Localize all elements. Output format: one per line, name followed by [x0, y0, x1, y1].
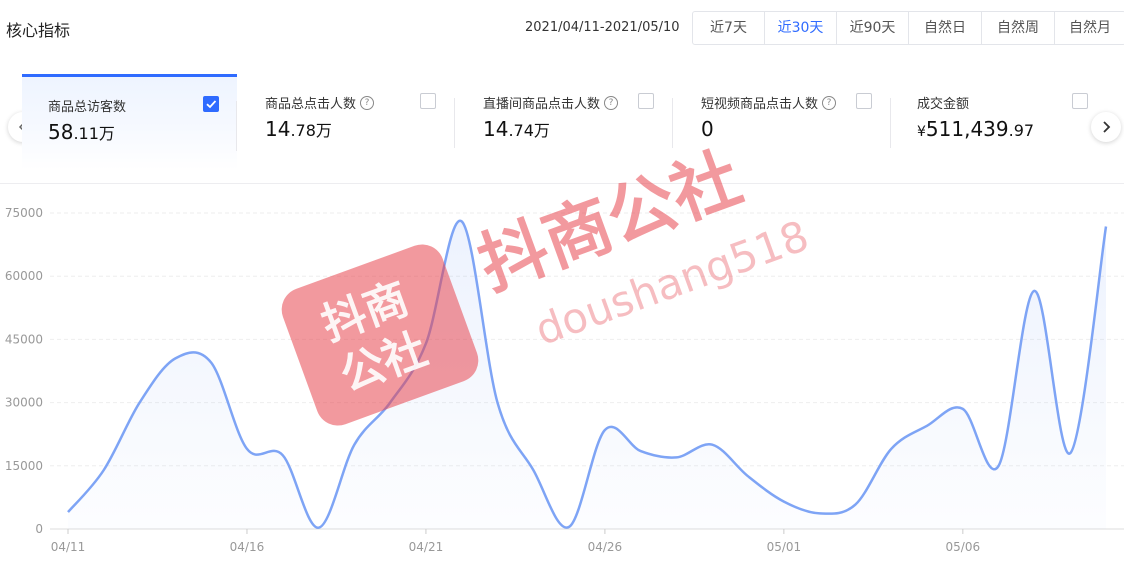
x-tick-label: 05/01	[767, 540, 802, 554]
metric-value-small: .97	[1008, 121, 1035, 140]
metric-label-text: 短视频商品点击人数	[701, 97, 819, 112]
currency-symbol: ¥	[917, 124, 926, 140]
metric-checkbox[interactable]	[203, 96, 219, 112]
metric-value: ¥511,439.97	[917, 117, 1034, 141]
metric-value-main: 58	[48, 120, 74, 144]
metric-label-text: 直播间商品点击人数	[483, 97, 601, 112]
metric-label-text: 商品总点击人数	[265, 97, 357, 112]
metric-label: 商品总点击人数?	[265, 93, 375, 112]
period-selector: 近7天 近30天 近90天 自然日 自然周 自然月	[692, 11, 1124, 45]
metric-value-main: 511,439	[925, 117, 1009, 141]
metric-card-4[interactable]: 成交金额 ¥511,439.97	[891, 74, 1101, 170]
metric-checkbox[interactable]	[638, 93, 654, 109]
metric-value-main: 0	[701, 117, 714, 141]
metric-label: 成交金额	[917, 93, 969, 112]
period-btn-4[interactable]: 自然周	[982, 12, 1055, 44]
metric-label-text: 成交金额	[917, 97, 970, 112]
metric-checkbox[interactable]	[420, 93, 436, 109]
page-title: 核心指标	[6, 21, 71, 40]
metric-checkbox[interactable]	[1072, 93, 1088, 109]
metric-label: 直播间商品点击人数?	[483, 93, 619, 112]
metric-label: 短视频商品点击人数?	[701, 93, 837, 112]
metric-card-0[interactable]: 商品总访客数 58.11万	[22, 74, 237, 170]
metric-value-main: 14	[265, 117, 291, 141]
help-icon[interactable]: ?	[604, 95, 619, 110]
metric-cards: 商品总访客数 58.11万 商品总点击人数? 14.78万 直播间商品点击人数? 14.7…	[0, 74, 1124, 184]
line-chart: 0 15000 30000 45000 60000 75000 04/11 04/16 04/2…	[5, 206, 1124, 554]
x-tick-label: 04/26	[588, 540, 623, 554]
metric-value: 14.78万	[265, 117, 332, 141]
metric-label-text: 商品总访客数	[48, 100, 127, 115]
check-icon	[206, 100, 217, 109]
y-tick-label: 0	[35, 522, 43, 536]
metric-value-small: .11万	[73, 124, 115, 143]
metric-card-2[interactable]: 直播间商品点击人数? 14.74万	[455, 74, 673, 170]
core-metrics-panel: 核心指标 2021/04/11-2021/05/10 近7天 近30天 近90天 自然…	[0, 0, 1124, 573]
metric-card-3[interactable]: 短视频商品点击人数? 0	[673, 74, 891, 170]
metric-value-small: .74万	[508, 121, 550, 140]
period-btn-3[interactable]: 自然日	[909, 12, 982, 44]
metric-value: 14.74万	[483, 117, 550, 141]
metric-value-small: .78万	[290, 121, 332, 140]
help-icon[interactable]: ?	[360, 95, 375, 110]
header: 核心指标 2021/04/11-2021/05/10 近7天 近30天 近90天 自然…	[0, 0, 1124, 60]
metric-label: 商品总访客数	[48, 96, 126, 115]
period-btn-1[interactable]: 近30天	[765, 12, 837, 44]
x-tick-label: 04/21	[409, 540, 444, 554]
x-tick-label: 04/16	[230, 540, 265, 554]
y-tick-label: 15000	[5, 459, 43, 473]
date-range: 2021/04/11-2021/05/10	[525, 20, 680, 35]
x-tick-label: 04/11	[51, 540, 86, 554]
period-btn-0[interactable]: 近7天	[693, 12, 765, 44]
period-btn-2[interactable]: 近90天	[837, 12, 909, 44]
metric-value: 58.11万	[48, 120, 115, 144]
metric-value: 0	[701, 117, 714, 141]
metric-checkbox[interactable]	[856, 93, 872, 109]
divider-line	[0, 183, 1124, 184]
period-btn-5[interactable]: 自然月	[1055, 12, 1124, 44]
metric-card-1[interactable]: 商品总点击人数? 14.78万	[237, 74, 455, 170]
help-icon[interactable]: ?	[822, 95, 837, 110]
y-tick-label: 30000	[5, 396, 43, 410]
chevron-right-icon	[1103, 121, 1111, 133]
y-tick-label: 75000	[5, 206, 43, 220]
metric-value-main: 14	[483, 117, 509, 141]
y-tick-label: 60000	[5, 269, 43, 283]
x-tick-label: 05/06	[946, 540, 981, 554]
y-tick-label: 45000	[5, 332, 43, 346]
